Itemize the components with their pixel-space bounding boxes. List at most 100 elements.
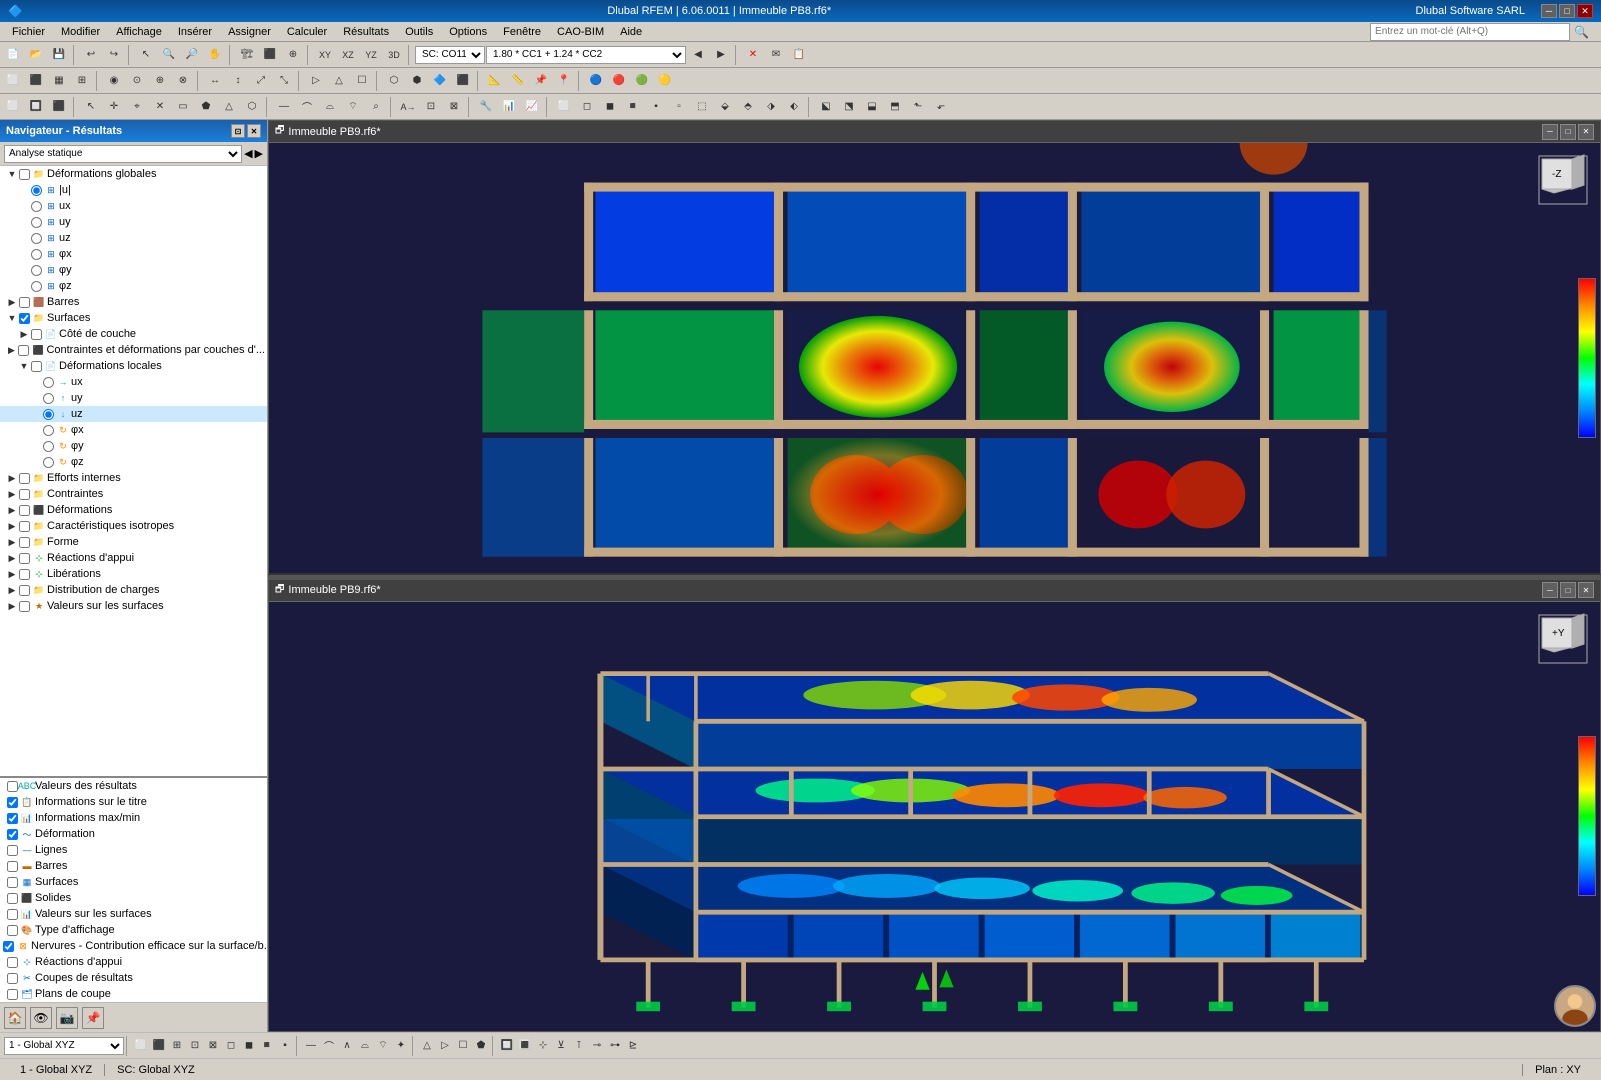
tb2-3[interactable]: ▦ [48,70,70,92]
tb2-9[interactable]: ↔ [204,70,226,92]
tb3-9[interactable]: ⬟ [195,96,217,118]
nav-close-button[interactable]: ✕ [247,124,261,138]
display-solides[interactable]: ⬛ Solides [0,890,267,906]
bt-4[interactable]: ⊡ [186,1037,204,1055]
checkbox-contraintes[interactable] [18,345,29,356]
tb-redo[interactable]: ↪ [103,44,125,66]
bt-8[interactable]: ◾ [258,1037,276,1055]
tb-view-3d[interactable]: 3D [383,44,405,66]
tb3-23[interactable]: ⬜ [553,96,575,118]
tb2-17[interactable]: ⬢ [406,70,428,92]
bt-12[interactable]: ∧ [338,1037,356,1055]
menu-inserer[interactable]: Insérer [170,24,220,40]
chk-nervures[interactable] [3,941,14,952]
tree-reactions[interactable]: ▶ ⊹ Réactions d'appui [0,550,267,566]
chk-reactions2[interactable] [7,957,18,968]
tb3-5[interactable]: ✛ [103,96,125,118]
tree-phiz[interactable]: ⊞ φz [0,278,267,294]
tree-uy[interactable]: ⊞ uy [0,214,267,230]
bt-23[interactable]: ⊻ [552,1037,570,1055]
bt-27[interactable]: ⊵ [624,1037,642,1055]
tree-contraintes2[interactable]: ▶ 📁 Contraintes [0,486,267,502]
radio-phiy2[interactable] [43,441,54,452]
tree-deformations-globales[interactable]: ▼ 📁 Déformations globales [0,166,267,182]
display-nervures[interactable]: ⊠ Nervures - Contribution efficace sur l… [0,938,267,954]
tb3-20[interactable]: 🔧 [475,96,497,118]
tb-axes[interactable]: ⊕ [282,44,304,66]
checkbox-deformations-globales[interactable] [19,169,30,180]
tb-wire[interactable]: ⬛ [259,44,281,66]
tb3-10[interactable]: △ [218,96,240,118]
menu-resultats[interactable]: Résultats [335,24,397,40]
tree-valeurs-surf[interactable]: ▶ ★ Valeurs sur les surfaces [0,598,267,614]
vp-bottom-close[interactable]: ✕ [1578,582,1594,598]
tree-uz[interactable]: ⊞ uz [0,230,267,246]
checkbox-caract[interactable] [19,521,30,532]
expand-efforts[interactable]: ▶ [6,472,18,484]
tb2-12[interactable]: ⤡ [273,70,295,92]
chk-info-max[interactable] [7,813,18,824]
expand-distribution[interactable]: ▶ [6,584,18,596]
tb2-6[interactable]: ⊙ [126,70,148,92]
tb2-11[interactable]: ⤢ [250,70,272,92]
tb-view-xz[interactable]: XZ [337,44,359,66]
radio-uy2[interactable] [43,393,54,404]
tb3-4[interactable]: ↖ [80,96,102,118]
menu-fenetre[interactable]: Fenêtre [495,24,549,40]
tree-phix[interactable]: ⊞ φx [0,246,267,262]
nav-bottom-eye[interactable]: 👁 [30,1007,52,1029]
display-surfaces2[interactable]: ▦ Surfaces [0,874,267,890]
tb-pan[interactable]: ✋ [204,44,226,66]
maximize-button[interactable]: □ [1559,4,1575,18]
expand-liberations[interactable]: ▶ [6,568,18,580]
tree-distribution[interactable]: ▶ 📁 Distribution de charges [0,582,267,598]
bt-19[interactable]: ⬟ [472,1037,490,1055]
chk-lignes[interactable] [7,845,18,856]
bt-13[interactable]: ⌓ [356,1037,374,1055]
bt-7[interactable]: ◼ [240,1037,258,1055]
expand-caract[interactable]: ▶ [6,520,18,532]
display-barres2[interactable]: ▬ Barres [0,858,267,874]
menu-aide[interactable]: Aide [612,24,650,40]
tb3-30[interactable]: ⬙ [714,96,736,118]
checkbox-deformations2[interactable] [19,505,30,516]
bt-2[interactable]: ⬛ [150,1037,168,1055]
bt-11[interactable]: ⌒ [320,1037,338,1055]
chk-deformation[interactable] [7,829,18,840]
tb2-27[interactable]: 🟡 [654,70,676,92]
tb3-33[interactable]: ⬖ [783,96,805,118]
menu-options[interactable]: Options [441,24,495,40]
tb3-13[interactable]: ⌒ [296,96,318,118]
chk-valeurs-surfaces2[interactable] [7,909,18,920]
checkbox-reactions[interactable] [19,553,30,564]
display-lignes[interactable]: — Lignes [0,842,267,858]
expand-contraintes2[interactable]: ▶ [6,488,18,500]
menu-cao-bim[interactable]: CAO-BIM [549,24,612,40]
tb3-3[interactable]: ⬛ [48,96,70,118]
nav-bottom-home[interactable]: 🏠 [4,1007,26,1029]
radio-phiy[interactable] [31,265,42,276]
menu-outils[interactable]: Outils [397,24,441,40]
tb2-13[interactable]: ▷ [305,70,327,92]
menu-calculer[interactable]: Calculer [279,24,335,40]
tb3-28[interactable]: ▫ [668,96,690,118]
tb2-22[interactable]: 📌 [530,70,552,92]
bt-25[interactable]: ⊸ [588,1037,606,1055]
tb2-8[interactable]: ⊗ [172,70,194,92]
bt-10[interactable]: — [302,1037,320,1055]
checkbox-forme[interactable] [19,537,30,548]
bt-14[interactable]: ⌔ [374,1037,392,1055]
tb2-5[interactable]: ◉ [103,70,125,92]
tb3-18[interactable]: ⊡ [420,96,442,118]
minimize-button[interactable]: ─ [1541,4,1557,18]
tb2-4[interactable]: ⊞ [71,70,93,92]
tb3-26[interactable]: ◾ [622,96,644,118]
filter-dropdown[interactable]: Analyse statique [4,145,242,163]
checkbox-cote[interactable] [31,329,42,340]
tb3-34[interactable]: ⬕ [815,96,837,118]
menu-modifier[interactable]: Modifier [53,24,108,40]
vp-top-min[interactable]: ─ [1542,124,1558,140]
tree-efforts[interactable]: ▶ 📁 Efforts internes [0,470,267,486]
expand-cote[interactable]: ▶ [18,328,30,340]
tb-report[interactable]: 📋 [788,44,810,66]
